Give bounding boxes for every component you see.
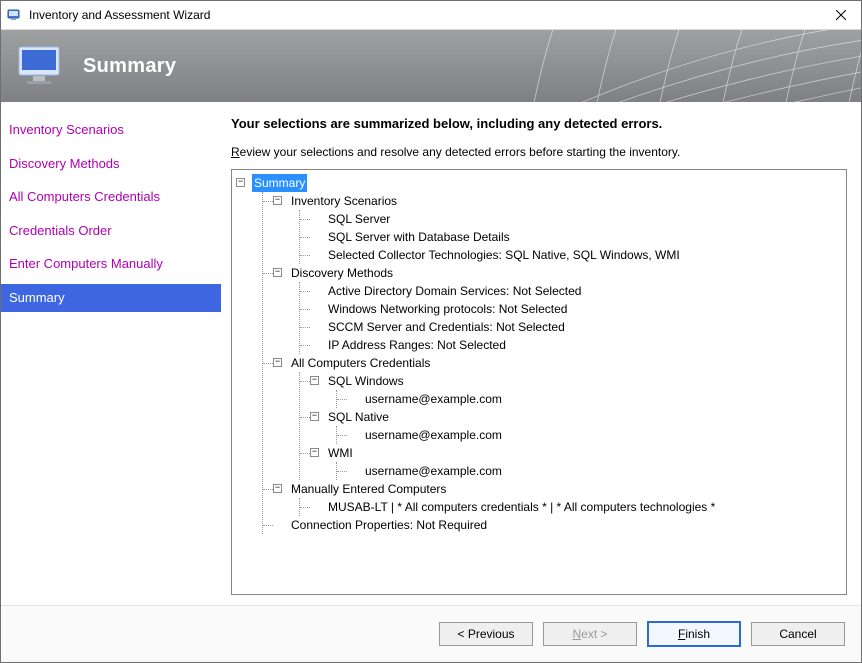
- next-rest: ext >: [581, 627, 607, 641]
- tree-node-label[interactable]: WMI: [326, 444, 355, 462]
- tree-node-label[interactable]: username@example.com: [363, 462, 504, 480]
- cancel-button[interactable]: Cancel: [751, 622, 845, 646]
- finish-accel: F: [678, 627, 685, 641]
- tree-node-label[interactable]: Active Directory Domain Services: Not Se…: [326, 282, 583, 300]
- body: Inventory Scenarios Discovery Methods Al…: [1, 102, 861, 605]
- tree-node-label[interactable]: Summary: [252, 174, 307, 192]
- sidebar-item-discovery-methods[interactable]: Discovery Methods: [1, 150, 221, 178]
- sidebar-item-enter-computers-manually[interactable]: Enter Computers Manually: [1, 250, 221, 278]
- wizard-window: Inventory and Assessment Wizard Summary: [0, 0, 862, 663]
- close-button[interactable]: [821, 1, 861, 29]
- tree-node-label[interactable]: SQL Windows: [326, 372, 406, 390]
- summary-tree[interactable]: SummaryInventory ScenariosSQL ServerSQL …: [231, 169, 847, 595]
- tree-node-label[interactable]: Discovery Methods: [289, 264, 395, 282]
- tree-node-label[interactable]: IP Address Ranges: Not Selected: [326, 336, 508, 354]
- tree-node-label[interactable]: All Computers Credentials: [289, 354, 432, 372]
- tree-node-label[interactable]: SQL Native: [326, 408, 391, 426]
- tree-toggle-icon[interactable]: [236, 178, 245, 187]
- mesh-decoration: [481, 30, 861, 102]
- tree-node-label[interactable]: Manually Entered Computers: [289, 480, 448, 498]
- main-panel: Your selections are summarized below, in…: [221, 102, 861, 605]
- tree-toggle-icon[interactable]: [273, 196, 282, 205]
- page-instruction: Review your selections and resolve any d…: [231, 145, 847, 159]
- app-icon: [7, 7, 23, 23]
- tree-toggle-icon[interactable]: [273, 268, 282, 277]
- tree-node-label[interactable]: Selected Collector Technologies: SQL Nat…: [326, 246, 682, 264]
- sidebar-item-credentials-order[interactable]: Credentials Order: [1, 217, 221, 245]
- tree-toggle-icon[interactable]: [273, 358, 282, 367]
- tree-toggle-icon[interactable]: [310, 376, 319, 385]
- tree-node-label[interactable]: SQL Server: [326, 210, 392, 228]
- previous-button[interactable]: < Previous: [439, 622, 533, 646]
- tree-node-label[interactable]: Inventory Scenarios: [289, 192, 399, 210]
- tree-node-label[interactable]: SCCM Server and Credentials: Not Selecte…: [326, 318, 567, 336]
- sidebar: Inventory Scenarios Discovery Methods Al…: [1, 102, 221, 605]
- titlebar: Inventory and Assessment Wizard: [1, 1, 861, 30]
- next-accel: N: [572, 627, 581, 641]
- footer: < Previous Next > Finish Cancel: [1, 605, 861, 662]
- monitor-icon: [15, 43, 71, 89]
- tree-toggle-icon[interactable]: [310, 412, 319, 421]
- tree-toggle-icon[interactable]: [273, 484, 282, 493]
- tree-node-label[interactable]: MUSAB-LT | * All computers credentials *…: [326, 498, 717, 516]
- finish-button[interactable]: Finish: [647, 621, 741, 647]
- finish-rest: inish: [685, 627, 710, 641]
- tree-node-label[interactable]: username@example.com: [363, 426, 504, 444]
- instruction-rest: eview your selections and resolve any de…: [240, 145, 681, 159]
- sidebar-item-inventory-scenarios[interactable]: Inventory Scenarios: [1, 116, 221, 144]
- tree-node-label[interactable]: Connection Properties: Not Required: [289, 516, 489, 534]
- tree-node-label[interactable]: username@example.com: [363, 390, 504, 408]
- banner-title: Summary: [83, 55, 176, 78]
- sidebar-item-all-computers-credentials[interactable]: All Computers Credentials: [1, 183, 221, 211]
- close-icon: [836, 10, 846, 20]
- next-button: Next >: [543, 622, 637, 646]
- sidebar-item-summary[interactable]: Summary: [1, 284, 221, 312]
- tree-toggle-icon[interactable]: [310, 448, 319, 457]
- tree-node-label[interactable]: SQL Server with Database Details: [326, 228, 512, 246]
- window-title: Inventory and Assessment Wizard: [29, 8, 821, 22]
- tree-node-label[interactable]: Windows Networking protocols: Not Select…: [326, 300, 569, 318]
- page-heading: Your selections are summarized below, in…: [231, 116, 847, 131]
- banner: Summary: [1, 30, 861, 102]
- instruction-accel: R: [231, 145, 240, 159]
